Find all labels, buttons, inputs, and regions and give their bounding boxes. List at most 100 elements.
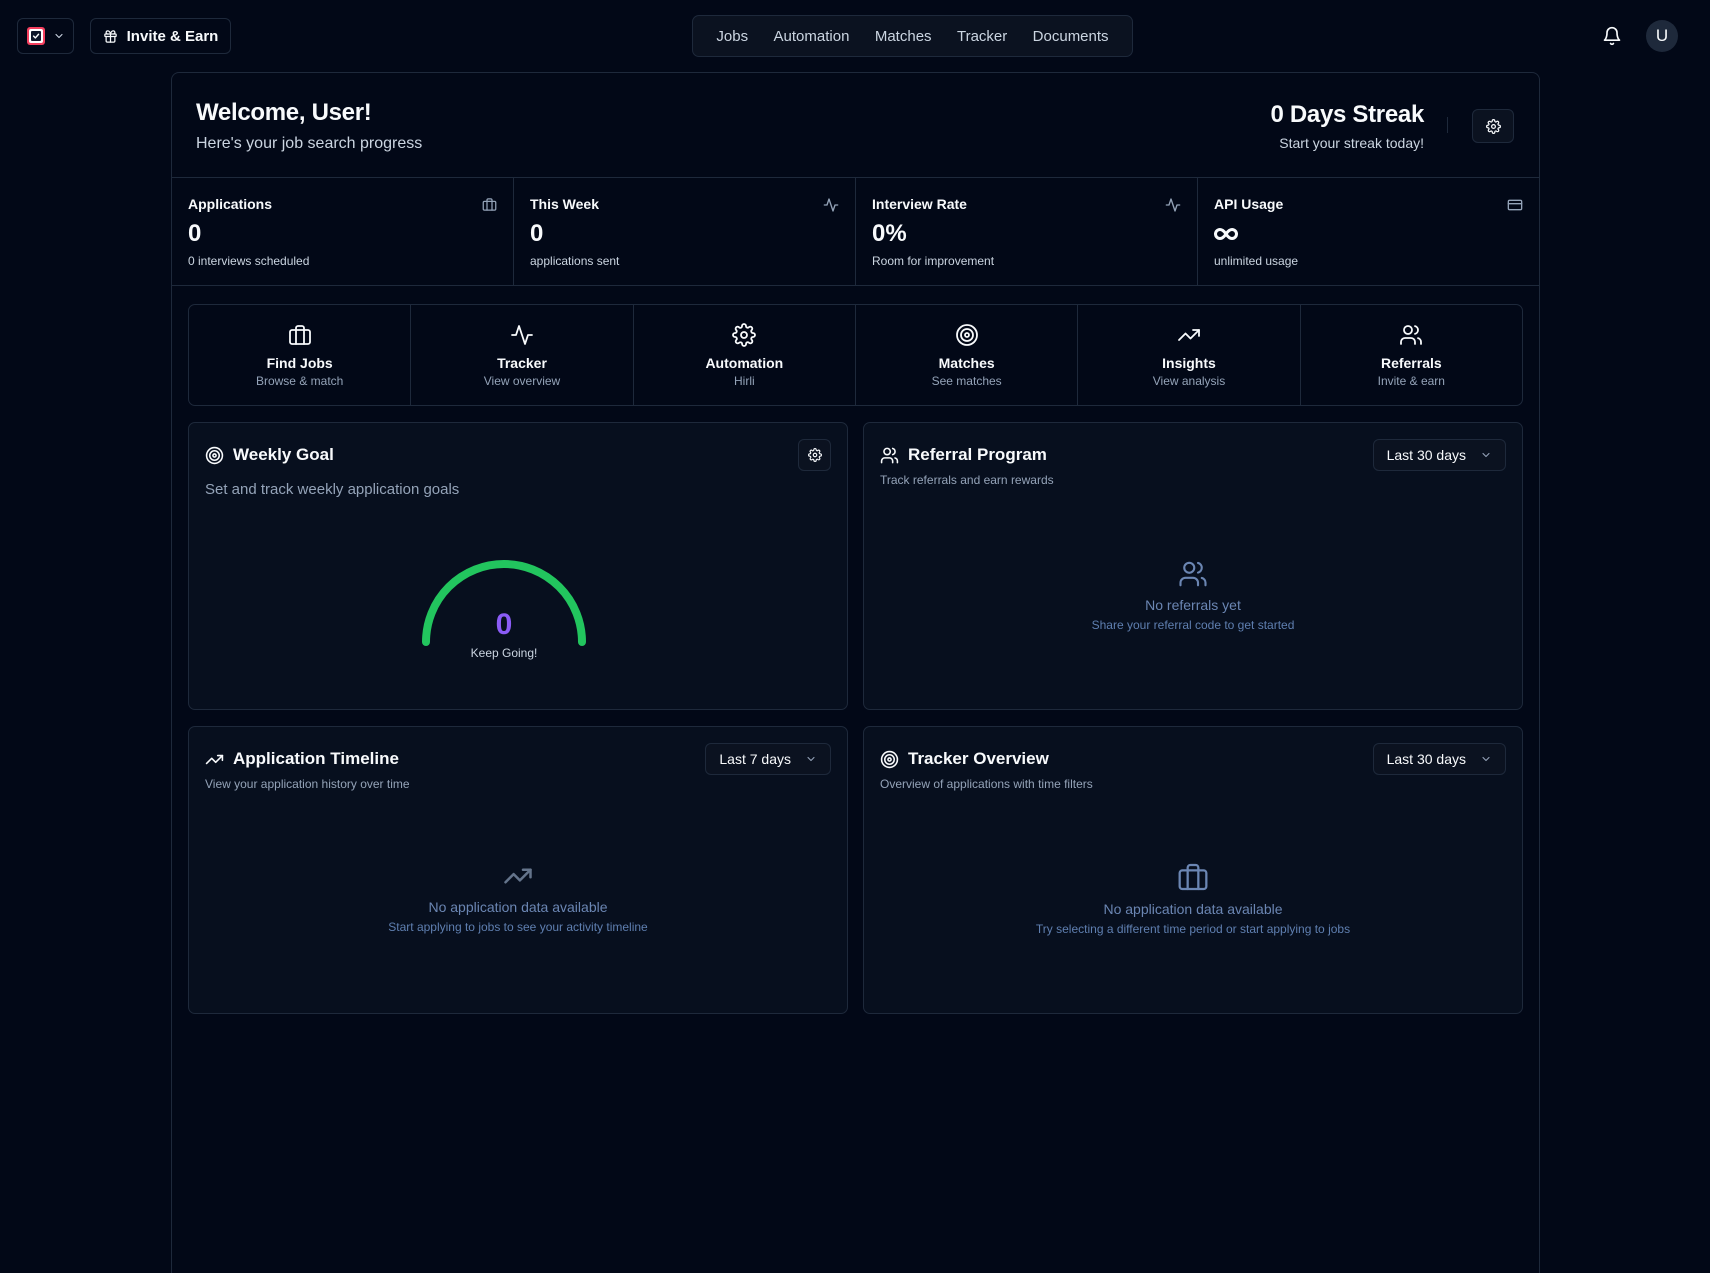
briefcase-icon bbox=[482, 197, 497, 212]
stat-label: API Usage bbox=[1214, 196, 1284, 212]
card-title: Tracker Overview bbox=[908, 749, 1049, 768]
chevron-down-icon bbox=[53, 30, 65, 42]
stat-desc: applications sent bbox=[530, 254, 620, 268]
empty-subtitle: Share your referral code to get started bbox=[1091, 618, 1295, 632]
quick-subtitle: View overview bbox=[483, 373, 561, 388]
activity-icon bbox=[510, 323, 534, 347]
target-icon bbox=[955, 323, 979, 347]
activity-icon bbox=[1165, 197, 1181, 213]
empty-title: No referrals yet bbox=[1145, 597, 1241, 613]
select-value: Last 30 days bbox=[1386, 447, 1466, 463]
chevron-down-icon bbox=[805, 753, 817, 765]
tracker-range-select[interactable]: Last 30 days bbox=[1372, 743, 1506, 775]
bell-icon[interactable] bbox=[1602, 26, 1622, 46]
nav-matches[interactable]: Matches bbox=[867, 22, 940, 51]
quick-title: Automation bbox=[705, 354, 784, 371]
stat-value bbox=[1214, 220, 1523, 248]
stat-desc: Room for improvement bbox=[872, 254, 995, 268]
quick-insights[interactable]: Insights View analysis bbox=[1078, 305, 1301, 405]
card-header: Application Timeline bbox=[205, 749, 399, 769]
card-header: Tracker Overview bbox=[880, 749, 1049, 769]
card-subtitle: Set and track weekly application goals bbox=[205, 481, 460, 498]
infinity-icon bbox=[1214, 227, 1238, 241]
trending-up-icon bbox=[1177, 323, 1201, 347]
stat-label: Interview Rate bbox=[872, 196, 967, 212]
invite-earn-label: Invite & Earn bbox=[126, 27, 219, 45]
stat-value: 0% bbox=[872, 220, 907, 247]
stat-desc: unlimited usage bbox=[1214, 254, 1299, 268]
quick-subtitle: Invite & earn bbox=[1377, 373, 1445, 388]
card-subtitle: Overview of applications with time filte… bbox=[880, 777, 1093, 791]
timeline-range-select[interactable]: Last 7 days bbox=[705, 743, 831, 775]
stat-api-usage: API Usage unlimited usage bbox=[1198, 178, 1539, 285]
streak-section: 0 Days Streak Start your streak today! bbox=[1270, 101, 1424, 151]
quick-actions: Find Jobs Browse & match Tracker View ov… bbox=[188, 304, 1523, 406]
nav-tracker[interactable]: Tracker bbox=[949, 22, 1015, 51]
activity-icon bbox=[823, 197, 839, 213]
gear-icon bbox=[807, 448, 822, 462]
empty-title: No application data available bbox=[1103, 901, 1283, 917]
quick-subtitle: See matches bbox=[931, 373, 1002, 388]
app-switcher-button[interactable] bbox=[17, 18, 74, 54]
tracker-overview-card: Tracker Overview Last 30 days Overview o… bbox=[863, 726, 1523, 1014]
select-value: Last 30 days bbox=[1386, 751, 1466, 767]
quick-title: Matches bbox=[938, 354, 995, 371]
top-bar: Invite & Earn Jobs Automation Matches Tr… bbox=[0, 0, 1710, 72]
page-subtitle: Here's your job search progress bbox=[196, 135, 423, 152]
referral-range-select[interactable]: Last 30 days bbox=[1372, 439, 1506, 471]
select-value: Last 7 days bbox=[719, 751, 791, 767]
divider bbox=[1447, 117, 1448, 133]
quick-referrals[interactable]: Referrals Invite & earn bbox=[1301, 305, 1522, 405]
weekly-goal-gauge: 0 Keep Going! bbox=[421, 560, 587, 660]
weekly-goal-card: Weekly Goal Set and track weekly applica… bbox=[188, 422, 848, 710]
empty-subtitle: Start applying to jobs to see your activ… bbox=[388, 920, 648, 934]
gear-icon bbox=[1485, 118, 1501, 134]
chevron-down-icon bbox=[1480, 753, 1492, 765]
target-icon bbox=[205, 446, 224, 465]
card-header: Weekly Goal bbox=[205, 445, 334, 465]
card-header: Referral Program bbox=[880, 445, 1047, 465]
streak-settings-button[interactable] bbox=[1472, 109, 1514, 143]
gift-icon bbox=[103, 29, 118, 44]
credit-card-icon bbox=[1507, 197, 1523, 213]
users-icon bbox=[1178, 559, 1208, 589]
quick-title: Tracker bbox=[497, 354, 547, 371]
nav-documents[interactable]: Documents bbox=[1025, 22, 1117, 51]
nav-jobs[interactable]: Jobs bbox=[708, 22, 756, 51]
quick-title: Insights bbox=[1162, 354, 1216, 371]
weekly-goal-settings-button[interactable] bbox=[798, 439, 831, 471]
quick-subtitle: Browse & match bbox=[255, 373, 344, 388]
empty-state: No application data available Try select… bbox=[864, 861, 1522, 936]
quick-title: Find Jobs bbox=[266, 354, 333, 371]
avatar[interactable]: U bbox=[1646, 20, 1678, 52]
stat-interview-rate: Interview Rate 0% Room for improvement bbox=[856, 178, 1198, 285]
target-icon bbox=[880, 750, 899, 769]
gauge-label: Keep Going! bbox=[470, 646, 538, 660]
streak-subtitle: Start your streak today! bbox=[1279, 135, 1424, 151]
empty-title: No application data available bbox=[428, 899, 608, 915]
card-title: Application Timeline bbox=[233, 749, 399, 768]
invite-earn-button[interactable]: Invite & Earn bbox=[90, 18, 231, 54]
application-timeline-card: Application Timeline Last 7 days View yo… bbox=[188, 726, 848, 1014]
dashboard-container: Welcome, User! Here's your job search pr… bbox=[171, 72, 1540, 1273]
quick-automation[interactable]: Automation Hirli bbox=[634, 305, 856, 405]
stat-desc: 0 interviews scheduled bbox=[188, 254, 310, 268]
users-icon bbox=[1399, 323, 1423, 347]
main-nav: Jobs Automation Matches Tracker Document… bbox=[692, 15, 1133, 57]
trending-up-icon bbox=[205, 750, 224, 769]
gear-icon bbox=[732, 322, 757, 347]
stat-value: 0 bbox=[530, 220, 544, 247]
stat-value: 0 bbox=[188, 220, 202, 247]
trending-up-icon bbox=[501, 861, 535, 891]
card-title: Referral Program bbox=[908, 445, 1047, 464]
quick-find-jobs[interactable]: Find Jobs Browse & match bbox=[189, 305, 412, 405]
empty-state: No application data available Start appl… bbox=[189, 861, 847, 934]
quick-subtitle: Hirli bbox=[733, 373, 755, 388]
quick-tracker[interactable]: Tracker View overview bbox=[411, 305, 634, 405]
stat-this-week: This Week 0 applications sent bbox=[514, 178, 856, 285]
nav-automation[interactable]: Automation bbox=[766, 22, 858, 51]
gauge-value: 0 bbox=[495, 608, 513, 641]
card-subtitle: View your application history over time bbox=[205, 777, 410, 791]
quick-matches[interactable]: Matches See matches bbox=[856, 305, 1079, 405]
card-title: Weekly Goal bbox=[233, 445, 334, 464]
